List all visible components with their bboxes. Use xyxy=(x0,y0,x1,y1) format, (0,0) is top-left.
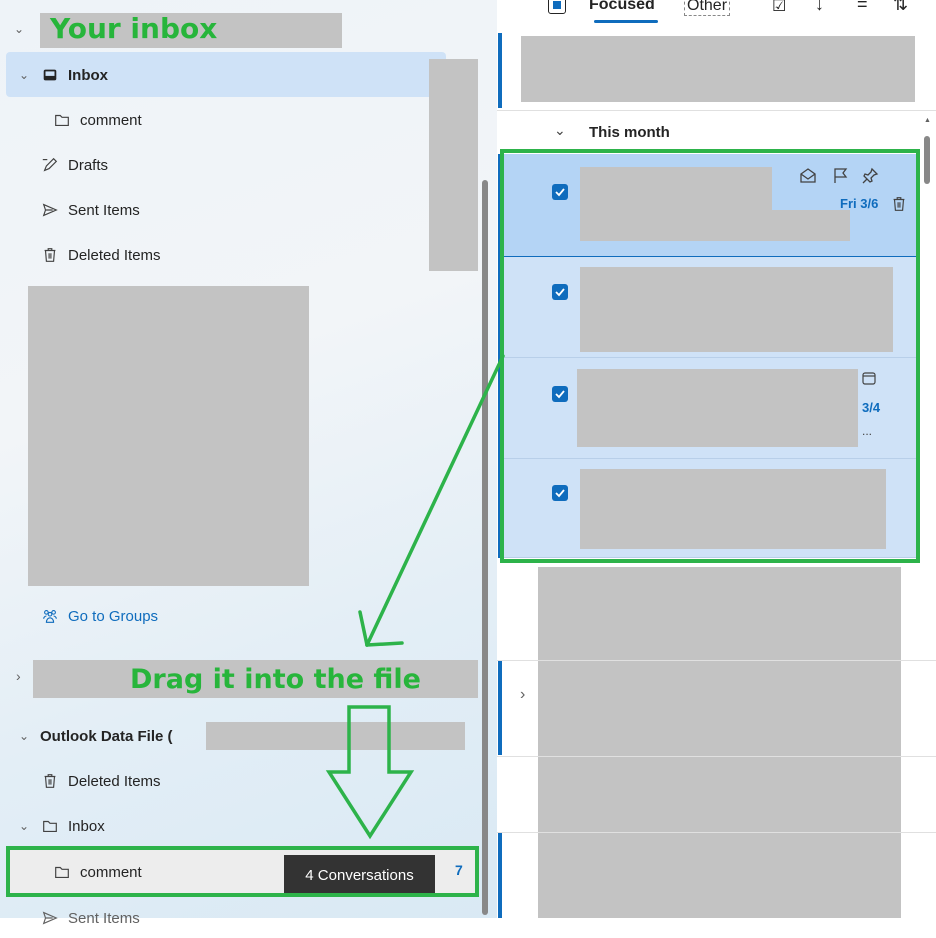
annotation-arrows xyxy=(325,354,505,840)
